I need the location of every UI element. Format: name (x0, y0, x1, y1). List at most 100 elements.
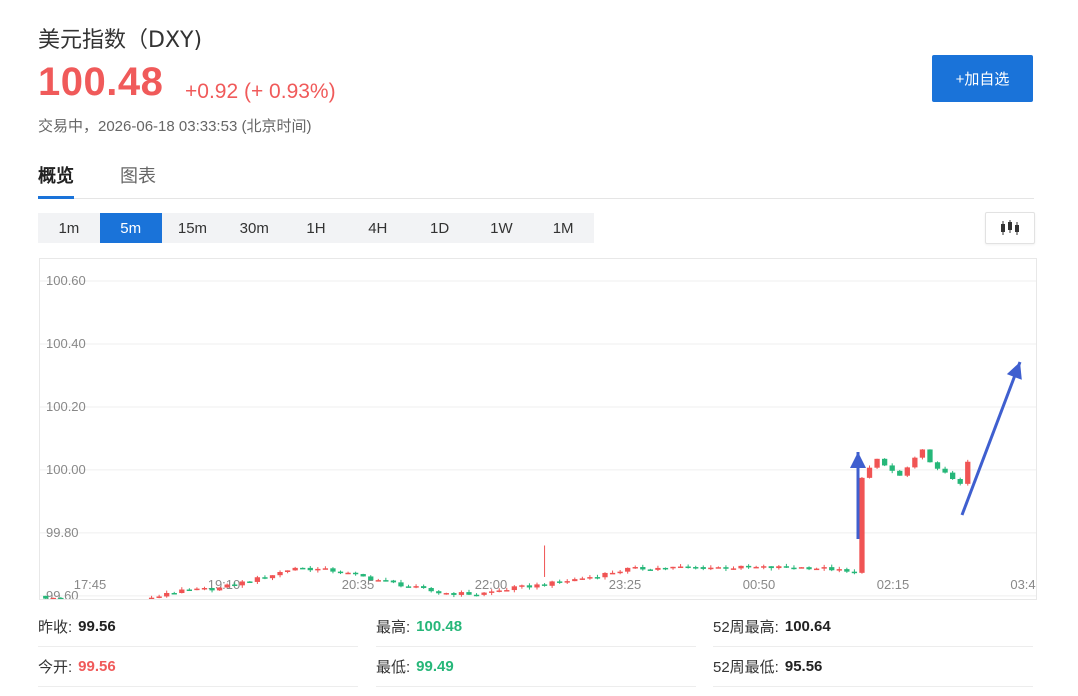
candle-body (254, 577, 261, 582)
candle-body (851, 571, 858, 574)
chart-canvas: 100.60100.40100.20100.0099.8099.6017:45 1… (40, 273, 1036, 599)
candle-body (685, 566, 691, 569)
candle-body (186, 589, 193, 592)
y-tick-label: 100.40 (46, 336, 86, 351)
arrow-shaft (960, 361, 1022, 516)
candle-body (489, 591, 495, 593)
candle-body (541, 584, 548, 586)
candle-body (647, 569, 654, 571)
candle-body (239, 581, 245, 586)
period-30m[interactable]: 30m (223, 213, 285, 243)
candle-body (662, 567, 669, 570)
stat-label: 今开: (38, 659, 73, 676)
x-tick-label: 22:00 (475, 577, 508, 592)
candle-body (617, 571, 623, 574)
candle-body (957, 479, 963, 484)
candle-body (504, 590, 510, 592)
candle-body (829, 567, 835, 571)
candle-body (277, 572, 283, 576)
candle-body (307, 567, 313, 571)
add-watchlist-button[interactable]: +加自选 (932, 55, 1033, 102)
stat-open: 今开: 99.56 (38, 656, 116, 677)
tab-overview[interactable]: 概览 (38, 162, 74, 199)
candle-body (511, 586, 517, 591)
candle-body (322, 568, 329, 570)
candle-body (368, 576, 374, 581)
divider (38, 646, 358, 647)
candle-body (715, 567, 722, 569)
candle-body (194, 588, 200, 591)
x-tick-label: 17:45 (74, 577, 107, 592)
candle-body (171, 592, 177, 595)
candle-body (420, 586, 427, 589)
candle-body (473, 594, 480, 597)
period-1d[interactable]: 1D (409, 213, 471, 243)
stat-value: 99.56 (78, 618, 116, 635)
candle-body (783, 566, 790, 568)
candle-body (761, 566, 767, 568)
period-5m[interactable]: 5m (99, 213, 162, 243)
chart-type-button[interactable] (985, 212, 1035, 244)
candle-body (50, 597, 56, 599)
candle-body (934, 462, 941, 469)
page-title: 美元指数（DXY) (38, 28, 203, 53)
candle-body (443, 593, 449, 595)
candle-body (897, 470, 903, 476)
candle-body (224, 584, 230, 588)
candle-body (557, 581, 563, 583)
candle-body (942, 468, 948, 473)
trading-status: 交易中，2026-06-18 03:33:53 (北京时间) (38, 118, 312, 135)
divider (376, 646, 696, 647)
stat-52w-high: 52周最高: 100.64 (713, 616, 831, 637)
candle-body (315, 568, 321, 571)
stat-high: 最高: 100.48 (376, 616, 462, 637)
candle-body (745, 565, 752, 568)
candle-body (201, 588, 208, 590)
candle-body (768, 566, 774, 569)
stats-panel: 昨收: 99.56 最高: 100.48 52周最高: 100.64 今开: 9… (0, 600, 1078, 696)
candle-body (874, 458, 880, 468)
candle-body (216, 587, 223, 591)
candle-body (723, 567, 729, 569)
candlestick-chart[interactable]: 100.60 100.40 100.20 100.00 99.80 99.60 17:45 1… (39, 258, 1037, 600)
candle-body (262, 577, 268, 579)
candle-body (232, 584, 238, 587)
candle-body (738, 565, 744, 569)
y-tick-label: 100.20 (46, 399, 86, 414)
period-1h[interactable]: 1H (285, 213, 347, 243)
candle-body (337, 571, 344, 574)
period-1w[interactable]: 1W (470, 213, 532, 243)
x-tick-label: 03:4 (1010, 577, 1035, 592)
stat-low: 最低: 99.49 (376, 656, 454, 677)
candle-body (625, 567, 631, 572)
candle-body (919, 449, 926, 458)
stat-label: 52周最低: (713, 659, 779, 676)
y-tick-label: 99.80 (46, 525, 79, 540)
candle-body (390, 580, 397, 583)
candle-body (708, 567, 714, 570)
candle-body (836, 569, 842, 571)
candle-body (428, 588, 434, 592)
y-tick-label: 100.60 (46, 273, 86, 288)
stat-value: 100.48 (416, 618, 463, 635)
candle-body (655, 567, 661, 570)
candle-body (148, 597, 155, 599)
x-tick-label: 00:50 (743, 577, 776, 592)
period-4h[interactable]: 4H (347, 213, 409, 243)
x-tick-label: 02:15 (877, 577, 910, 592)
stat-value: 99.56 (78, 658, 116, 675)
period-1m[interactable]: 1m (38, 213, 100, 243)
candle-body (791, 567, 797, 570)
candle-body (375, 580, 381, 582)
candle-body (632, 567, 638, 569)
candle-body (405, 586, 412, 588)
candle-body (881, 458, 888, 466)
tab-chart[interactable]: 图表 (120, 162, 156, 196)
candle-body (821, 567, 827, 569)
candle-body (859, 477, 865, 573)
candle-body (950, 472, 956, 480)
candle-body (413, 586, 419, 588)
period-1mo[interactable]: 1M (532, 213, 594, 243)
period-15m[interactable]: 15m (162, 213, 224, 243)
candle-body (269, 575, 276, 579)
